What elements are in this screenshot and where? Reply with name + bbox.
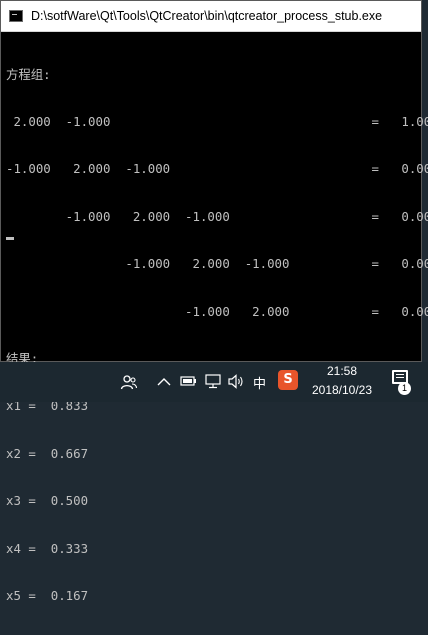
title-bar[interactable]: D:\sotfWare\Qt\Tools\QtCreator\bin\qtcre… [1, 1, 421, 32]
console-line: -1.000 2.000 -1.000 = 0.000 [6, 161, 428, 177]
console-line: -1.000 2.000 = 0.000 [6, 303, 428, 319]
text-cursor [6, 237, 14, 240]
console-line: 方程组: [6, 66, 51, 82]
clock-date[interactable]: 2018/10/23 [305, 383, 379, 397]
console-output: 方程组: 2.000 -1.000 = 1.000 -1.000 2.000 -… [6, 35, 428, 603]
taskbar: 中 S 21:58 2018/10/23 1 [0, 362, 428, 402]
volume-icon[interactable] [228, 374, 246, 393]
network-icon[interactable] [204, 374, 222, 393]
console-line: x2 = 0.667 [6, 445, 89, 461]
people-icon[interactable] [120, 374, 138, 394]
notification-badge: 1 [398, 382, 411, 395]
console-line: x5 = 0.167 [6, 587, 89, 603]
console-line: x4 = 0.333 [6, 540, 89, 556]
ime-indicator[interactable]: 中 [253, 373, 266, 392]
window-title: D:\sotfWare\Qt\Tools\QtCreator\bin\qtcre… [31, 9, 383, 23]
sogou-icon[interactable]: S [278, 370, 298, 390]
console-line: -1.000 2.000 -1.000 = 0.000 [6, 256, 428, 272]
console-line: -1.000 2.000 -1.000 = 0.000 [6, 208, 428, 224]
chevron-up-icon[interactable] [157, 375, 171, 391]
console-window[interactable]: D:\sotfWare\Qt\Tools\QtCreator\bin\qtcre… [0, 0, 428, 603]
console-app-icon [9, 10, 23, 22]
battery-icon[interactable] [180, 374, 198, 392]
console-line: x3 = 0.500 [6, 493, 89, 509]
clock-time[interactable]: 21:58 [312, 364, 372, 378]
console-line: 2.000 -1.000 = 1.000 [6, 113, 428, 129]
